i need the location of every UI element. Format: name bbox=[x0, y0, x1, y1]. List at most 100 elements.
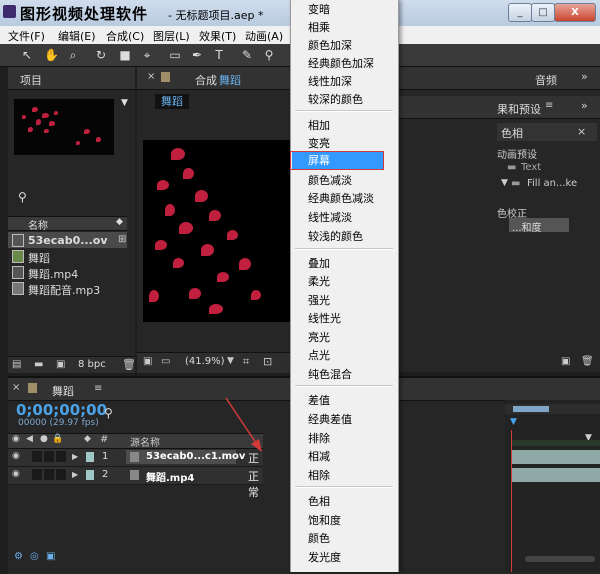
timeline-modes-icon[interactable]: ◎ bbox=[30, 551, 39, 562]
blend-mode-item[interactable]: 经典颜色减淡 bbox=[308, 190, 374, 206]
close-tab-icon[interactable]: × bbox=[12, 382, 20, 393]
close-tab-icon[interactable]: × bbox=[147, 71, 155, 82]
tab-effects-presets[interactable]: 果和预设 bbox=[497, 101, 541, 117]
pen-tool-icon[interactable]: ✒ bbox=[190, 48, 204, 62]
display-icon[interactable]: ▭ bbox=[161, 356, 170, 367]
blend-mode-item[interactable]: 颜色加深 bbox=[308, 37, 352, 53]
search-icon[interactable]: ⚲ bbox=[104, 406, 113, 420]
project-item[interactable]: 舞蹈配音.mp3 bbox=[8, 280, 127, 297]
blend-mode-item[interactable]: 经典颜色加深 bbox=[308, 55, 374, 71]
expand-arrow-icon[interactable]: ▼ bbox=[501, 178, 508, 188]
grid-icon[interactable]: ⌗ bbox=[243, 355, 249, 369]
rotate-tool-icon[interactable]: ↻ bbox=[94, 48, 108, 62]
comp-tab-prefix[interactable]: 合成 bbox=[195, 72, 217, 88]
interpret-footage-icon[interactable]: ▤ bbox=[12, 359, 21, 370]
timeline-switches-icon[interactable]: ⚙ bbox=[14, 551, 23, 562]
expand-arrow-icon[interactable]: ▶ bbox=[72, 452, 78, 461]
audio-toggle[interactable] bbox=[32, 469, 42, 480]
timeline-track-area[interactable]: ▼ ▼ bbox=[505, 400, 600, 572]
blend-mode-item[interactable]: 强光 bbox=[308, 292, 330, 308]
blend-mode-item[interactable]: 相加 bbox=[308, 117, 330, 133]
blend-mode-item[interactable]: 较深的颜色 bbox=[308, 91, 363, 107]
monitor-icon[interactable]: ▣ bbox=[143, 356, 152, 367]
blend-mode-item[interactable]: 差值 bbox=[308, 392, 330, 408]
zoom-level[interactable]: (41.9%) bbox=[185, 356, 225, 367]
blend-mode-item[interactable]: 线性光 bbox=[308, 310, 341, 326]
blend-mode-item[interactable]: 线性减淡 bbox=[308, 209, 352, 225]
visibility-icon[interactable]: ◉ bbox=[12, 451, 20, 461]
project-item[interactable]: 舞蹈 bbox=[8, 248, 127, 265]
new-folder-icon[interactable]: ▬ bbox=[34, 359, 43, 370]
minimize-button[interactable]: _ bbox=[508, 3, 532, 22]
expand-icon[interactable]: » bbox=[581, 70, 588, 83]
menu-effect[interactable]: 效果(T) bbox=[199, 28, 236, 44]
rectangle-tool-icon[interactable]: ▭ bbox=[168, 48, 182, 62]
blend-mode-item[interactable]: 发光度 bbox=[308, 549, 341, 565]
camera-tool-icon[interactable]: ■ bbox=[118, 48, 132, 62]
layer-track-bar[interactable] bbox=[512, 468, 600, 482]
blend-mode-item[interactable]: 相除 bbox=[308, 467, 330, 483]
trash-icon[interactable]: 🗑 bbox=[122, 358, 136, 371]
blend-mode-item[interactable]: 亮光 bbox=[308, 329, 330, 345]
project-item[interactable]: 舞蹈.mp4 bbox=[8, 264, 127, 281]
blend-mode-item[interactable]: 颜色减淡 bbox=[308, 172, 352, 188]
blend-mode-item[interactable]: 相乘 bbox=[308, 19, 330, 35]
solo-toggle[interactable] bbox=[44, 469, 54, 480]
layer-mode[interactable]: 正常 bbox=[248, 468, 263, 500]
menu-layer[interactable]: 图层(L) bbox=[153, 28, 190, 44]
playhead-icon[interactable]: ▼ bbox=[510, 417, 517, 427]
blend-mode-item[interactable]: 经典差值 bbox=[308, 411, 352, 427]
pan-behind-tool-icon[interactable]: ⌖ bbox=[140, 48, 154, 62]
timeline-graph-icon[interactable]: ▣ bbox=[46, 551, 55, 562]
panel-menu-icon[interactable]: ≡ bbox=[545, 100, 553, 111]
blend-mode-item[interactable]: 纯色混合 bbox=[308, 366, 352, 382]
clear-search-icon[interactable]: × bbox=[577, 125, 586, 138]
tree-item-fill[interactable]: Fill an...ke bbox=[527, 178, 577, 189]
blend-mode-item[interactable]: 柔光 bbox=[308, 273, 330, 289]
current-time-display[interactable]: 0;00;00;00 bbox=[16, 401, 107, 419]
mask-icon[interactable]: ⊡ bbox=[263, 355, 272, 368]
tree-item-saturation[interactable]: ...和度 bbox=[509, 218, 569, 234]
tag-icon[interactable]: ◆ bbox=[116, 217, 123, 227]
menu-edit[interactable]: 编辑(E) bbox=[58, 28, 96, 44]
blend-mode-item[interactable]: 变暗 bbox=[308, 1, 330, 17]
blend-mode-item[interactable]: 相减 bbox=[308, 448, 330, 464]
tree-item-text[interactable]: Text bbox=[521, 162, 541, 173]
work-area-range[interactable] bbox=[513, 406, 549, 412]
name-column-header[interactable]: 名称 bbox=[28, 217, 48, 232]
solo-icon[interactable]: ● bbox=[40, 434, 48, 444]
brush-tool-icon[interactable]: ✎ bbox=[240, 48, 254, 62]
blend-mode-item[interactable]: 线性加深 bbox=[308, 73, 352, 89]
project-tab[interactable]: 项目 bbox=[20, 72, 42, 88]
flowchart-icon[interactable]: ⊞ bbox=[118, 234, 126, 245]
search-icon[interactable]: ⚲ bbox=[18, 190, 27, 204]
solo-toggle[interactable] bbox=[44, 451, 54, 462]
menu-composition[interactable]: 合成(C) bbox=[106, 28, 144, 44]
blend-mode-item[interactable]: 点光 bbox=[308, 347, 330, 363]
stamp-tool-icon[interactable]: ⚲ bbox=[262, 48, 276, 62]
trash-icon[interactable]: 🗑 bbox=[581, 356, 594, 367]
new-preset-icon[interactable]: ▣ bbox=[561, 356, 570, 367]
timeline-tab-name[interactable]: 舞蹈 bbox=[52, 383, 74, 399]
layer-color-chip[interactable] bbox=[86, 470, 94, 480]
lock-icon[interactable]: 🔒 bbox=[52, 434, 63, 444]
audio-toggle[interactable] bbox=[32, 451, 42, 462]
tab-audio[interactable]: 音频 bbox=[535, 72, 557, 88]
label-icon[interactable]: ◆ bbox=[84, 434, 91, 444]
lock-toggle[interactable] bbox=[56, 469, 66, 480]
blend-mode-item[interactable]: 色相 bbox=[308, 493, 330, 509]
layer-color-chip[interactable] bbox=[86, 452, 94, 462]
visibility-icon[interactable]: ◉ bbox=[12, 434, 20, 444]
panel-menu-icon[interactable]: ▼ bbox=[121, 98, 128, 108]
comp-breadcrumb[interactable]: 舞蹈 bbox=[155, 94, 189, 109]
bit-depth-button[interactable]: 8 bpc bbox=[78, 359, 106, 370]
current-time-indicator[interactable] bbox=[511, 430, 512, 572]
maximize-button[interactable]: □ bbox=[531, 3, 555, 22]
visibility-icon[interactable]: ◉ bbox=[12, 469, 20, 479]
blend-mode-item[interactable]: 变亮 bbox=[308, 135, 330, 151]
zoom-slider[interactable] bbox=[525, 556, 595, 562]
blend-mode-item[interactable]: 排除 bbox=[308, 430, 330, 446]
tree-item-anim-presets[interactable]: 动画预设 bbox=[497, 146, 537, 161]
composition-viewer[interactable] bbox=[143, 140, 292, 322]
expand-arrow-icon[interactable]: ▶ bbox=[72, 470, 78, 479]
